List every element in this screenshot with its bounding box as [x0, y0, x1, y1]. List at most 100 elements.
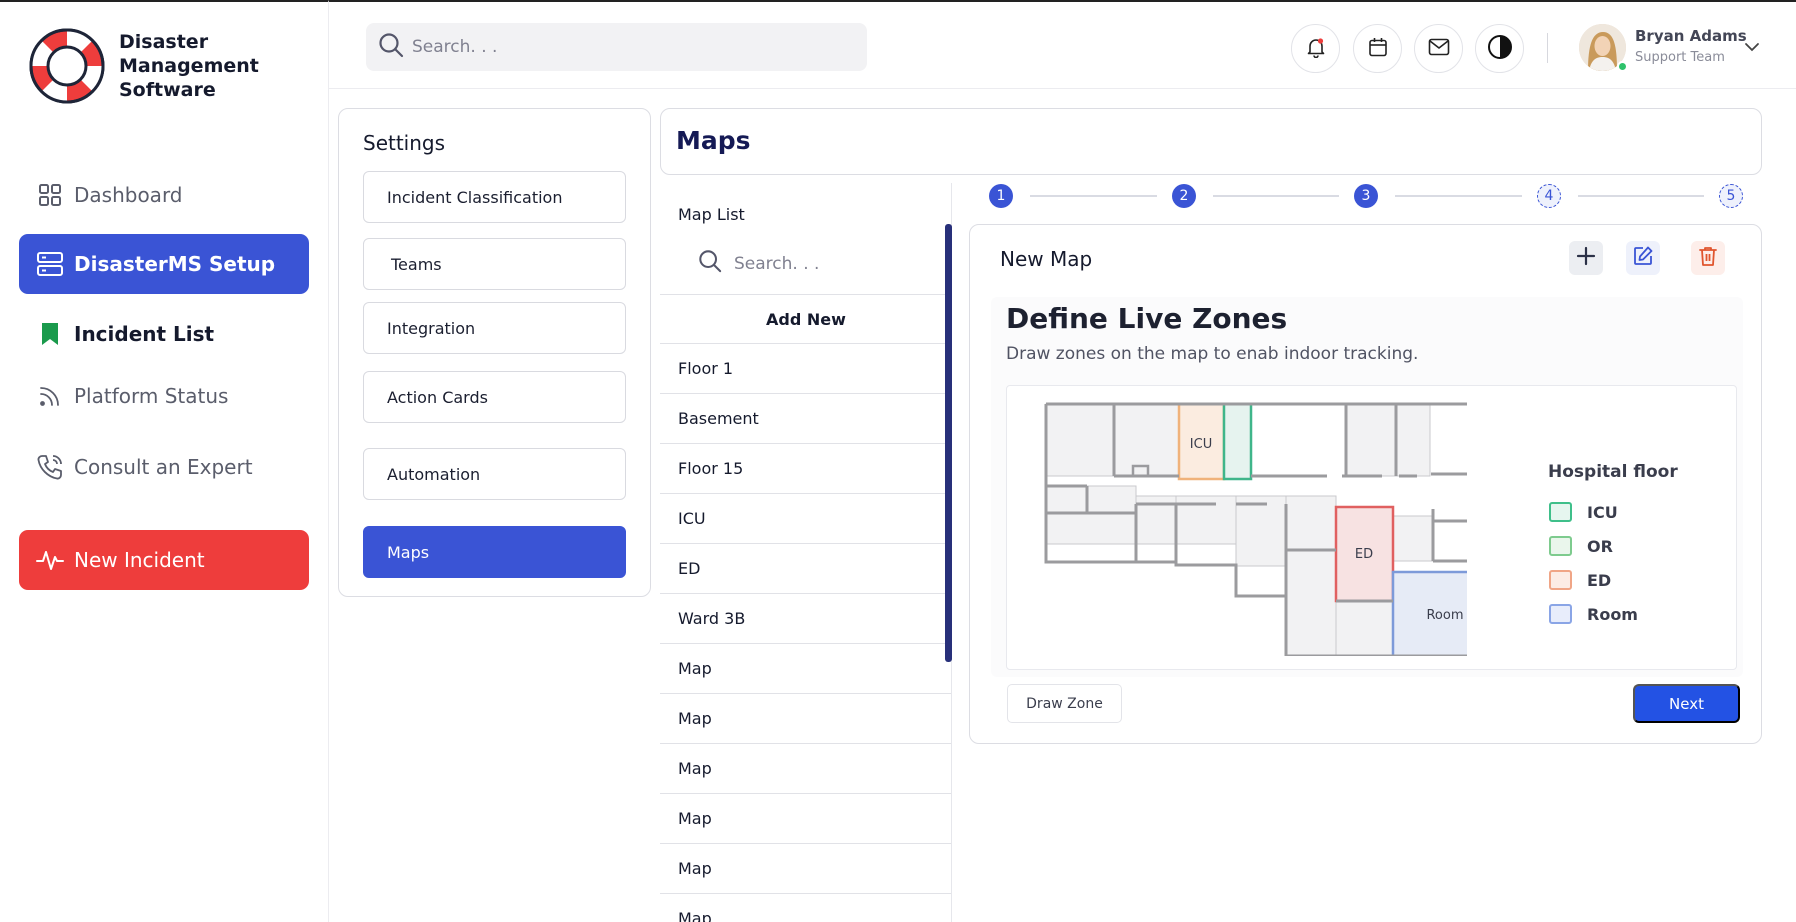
- sidebar-item-label: Platform Status: [74, 384, 229, 408]
- step-3[interactable]: 3: [1354, 184, 1378, 208]
- sidebar-item-consult-expert[interactable]: Consult an Expert: [19, 437, 309, 497]
- list-item[interactable]: Map: [660, 794, 951, 844]
- search-icon: [378, 32, 404, 62]
- list-item-label: ICU: [678, 509, 706, 528]
- list-item-label: Map: [678, 759, 712, 778]
- list-item-label: Map: [678, 659, 712, 678]
- legend-swatch: [1549, 502, 1572, 522]
- section-heading: Define Live Zones: [1006, 302, 1288, 335]
- contrast-icon: [1487, 34, 1513, 64]
- list-item[interactable]: Map: [660, 744, 951, 794]
- legend-item-room: Room: [1549, 604, 1638, 624]
- avatar[interactable]: [1579, 24, 1628, 72]
- list-item[interactable]: Map: [660, 644, 951, 694]
- list-item[interactable]: Map: [660, 694, 951, 744]
- list-item-label: Basement: [678, 409, 759, 428]
- step-5[interactable]: 5: [1719, 184, 1743, 208]
- list-item-label: Floor 1: [678, 359, 734, 378]
- delete-button[interactable]: [1691, 241, 1725, 275]
- sidebar-item-platform-status[interactable]: Platform Status: [19, 366, 309, 426]
- list-item-label: ED: [678, 559, 701, 578]
- settings-item-integration[interactable]: Integration: [363, 302, 626, 354]
- settings-item-label: Automation: [387, 464, 481, 484]
- legend-label: OR: [1587, 536, 1613, 556]
- settings-item-label: Integration: [387, 318, 476, 338]
- legend-swatch: [1549, 604, 1572, 624]
- settings-item-maps[interactable]: Maps: [363, 526, 626, 578]
- legend-label: Room: [1587, 604, 1638, 624]
- step-number: 2: [1179, 188, 1189, 204]
- calendar-button[interactable]: [1353, 24, 1402, 73]
- settings-panel: Settings Incident Classification Teams I…: [338, 108, 651, 597]
- legend-item-ed: ED: [1549, 570, 1611, 590]
- global-search-input[interactable]: [412, 37, 832, 57]
- user-name: Bryan Adams: [1635, 27, 1747, 45]
- list-item-label: Map: [678, 909, 712, 922]
- list-item-label: Map: [678, 859, 712, 878]
- legend-swatch: [1549, 570, 1572, 590]
- step-4[interactable]: 4: [1537, 184, 1561, 208]
- list-item[interactable]: Floor 1: [660, 344, 951, 394]
- settings-item-teams[interactable]: Teams: [363, 238, 626, 290]
- list-item[interactable]: ICU: [660, 494, 951, 544]
- list-item[interactable]: ED: [660, 544, 951, 594]
- plus-icon: [1576, 246, 1596, 270]
- brand-line-1: Disaster: [119, 31, 209, 53]
- sidebar-item-disasterms-setup[interactable]: DisasterMS Setup: [19, 234, 309, 294]
- map-list-title: Map List: [678, 205, 745, 224]
- new-map-card: New Map Define Live Zones Draw zones on …: [969, 224, 1762, 744]
- signal-icon: [36, 382, 64, 410]
- pulse-icon: [36, 546, 64, 574]
- edit-icon: [1633, 246, 1653, 270]
- map-search[interactable]: Search. . .: [698, 249, 819, 278]
- sidebar: Disaster Management Software Dashboard D…: [0, 0, 329, 922]
- lifebuoy-icon: [29, 28, 105, 104]
- global-search[interactable]: [366, 23, 867, 71]
- step-2[interactable]: 2: [1172, 184, 1196, 208]
- theme-toggle-button[interactable]: [1475, 24, 1524, 73]
- list-item[interactable]: Map: [660, 894, 951, 922]
- new-incident-label: New Incident: [74, 548, 205, 572]
- page-title: Maps: [676, 126, 751, 155]
- floor-plan-panel: ICU ED Room Hospital floor ICU OR ED Roo…: [1006, 385, 1737, 670]
- list-item[interactable]: Ward 3B: [660, 594, 951, 644]
- settings-title: Settings: [363, 131, 446, 155]
- chevron-down-icon[interactable]: [1743, 38, 1761, 57]
- legend-label: ICU: [1587, 502, 1618, 522]
- legend-item-icu: ICU: [1549, 502, 1618, 522]
- list-item[interactable]: Floor 15: [660, 444, 951, 494]
- add-button[interactable]: [1569, 241, 1603, 275]
- list-item-label: Floor 15: [678, 459, 744, 478]
- list-item[interactable]: Map: [660, 844, 951, 894]
- header-divider: [1547, 33, 1548, 63]
- add-new-map-button[interactable]: Add New: [660, 294, 951, 344]
- edit-button[interactable]: [1626, 241, 1660, 275]
- brand-logo[interactable]: Disaster Management Software: [28, 27, 259, 105]
- list-item[interactable]: Basement: [660, 394, 951, 444]
- new-incident-button[interactable]: New Incident: [19, 530, 309, 590]
- notifications-button[interactable]: [1291, 24, 1340, 73]
- brand-line-2: Management: [119, 55, 259, 77]
- step-number: 3: [1361, 188, 1371, 204]
- settings-item-incident-classification[interactable]: Incident Classification: [363, 171, 626, 223]
- mail-icon: [1428, 38, 1450, 60]
- sidebar-item-incident-list[interactable]: Incident List: [19, 304, 309, 364]
- stepper-connector: [1213, 195, 1339, 197]
- sidebar-item-label: Consult an Expert: [74, 455, 253, 479]
- messages-button[interactable]: [1414, 24, 1463, 73]
- calendar-icon: [1368, 37, 1388, 61]
- stepper-connector: [1578, 195, 1704, 197]
- live-zones-section: Define Live Zones Draw zones on the map …: [991, 297, 1743, 677]
- next-button[interactable]: Next: [1633, 684, 1740, 723]
- map-list-scrollbar[interactable]: [945, 224, 952, 662]
- card-title: New Map: [1000, 247, 1093, 271]
- step-1[interactable]: 1: [989, 184, 1013, 208]
- settings-item-automation[interactable]: Automation: [363, 448, 626, 500]
- settings-item-label: Teams: [391, 254, 442, 274]
- sidebar-item-dashboard[interactable]: Dashboard: [19, 165, 309, 225]
- step-number: 5: [1726, 188, 1736, 204]
- settings-item-action-cards[interactable]: Action Cards: [363, 371, 626, 423]
- floor-plan-map[interactable]: ICU ED Room: [1007, 386, 1467, 656]
- stepper-connector: [1395, 195, 1522, 197]
- draw-zone-button[interactable]: Draw Zone: [1007, 684, 1122, 723]
